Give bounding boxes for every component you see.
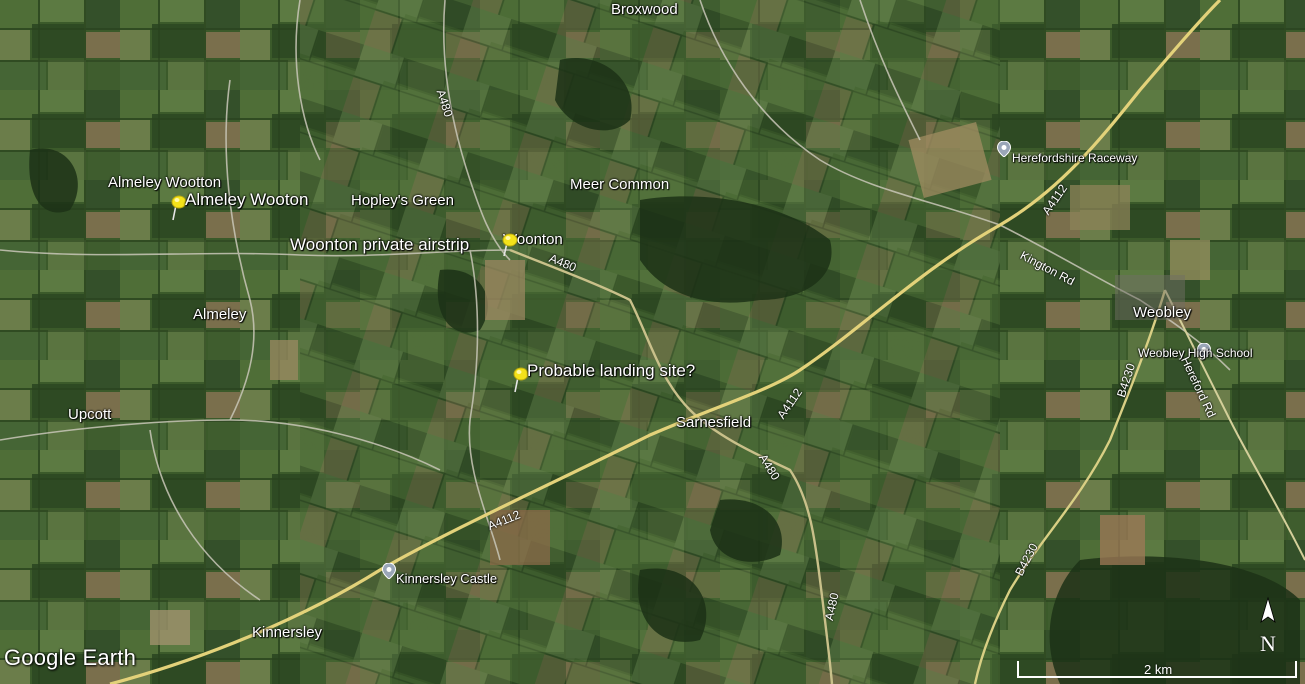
place-label-upcott: Upcott <box>68 406 112 423</box>
pin-label-woonton-private-airstrip: Woonton private airstrip <box>290 235 470 254</box>
place-label-kinnersley: Kinnersley <box>252 624 323 641</box>
poi-label-weobley-high-school: Weobley High School <box>1138 346 1253 360</box>
place-label-broxwood: Broxwood <box>611 1 678 18</box>
yellow-pushpin-icon[interactable] <box>499 230 525 260</box>
place-label-almeley-wootton: Almeley Wootton <box>108 174 222 191</box>
satellite-map[interactable]: Broxwood Almeley Wootton Hopley's Green … <box>0 0 1305 684</box>
north-label: N <box>1260 631 1276 656</box>
place-label-meer-common: Meer Common <box>570 176 670 193</box>
poi-label-herefordshire-raceway: Herefordshire Raceway <box>1012 151 1138 165</box>
place-label-sarnesfield: Sarnesfield <box>676 414 752 431</box>
pin-label-almeley-wooton: Almeley Wooton <box>185 190 309 209</box>
google-earth-logo: Google Earth <box>4 645 137 670</box>
place-label-weobley: Weobley <box>1133 304 1192 321</box>
castle-marker-icon[interactable] <box>382 563 396 579</box>
poi-label-kinnersley-castle: Kinnersley Castle <box>396 571 498 586</box>
place-label-hopleys-green: Hopley's Green <box>351 192 454 209</box>
pin-label-probable-landing-site: Probable landing site? <box>527 361 696 380</box>
place-label-almeley: Almeley <box>193 306 247 323</box>
satellite-imagery[interactable] <box>0 0 1305 684</box>
scale-label: 2 km <box>1144 662 1173 677</box>
location-marker-icon[interactable] <box>997 141 1011 157</box>
